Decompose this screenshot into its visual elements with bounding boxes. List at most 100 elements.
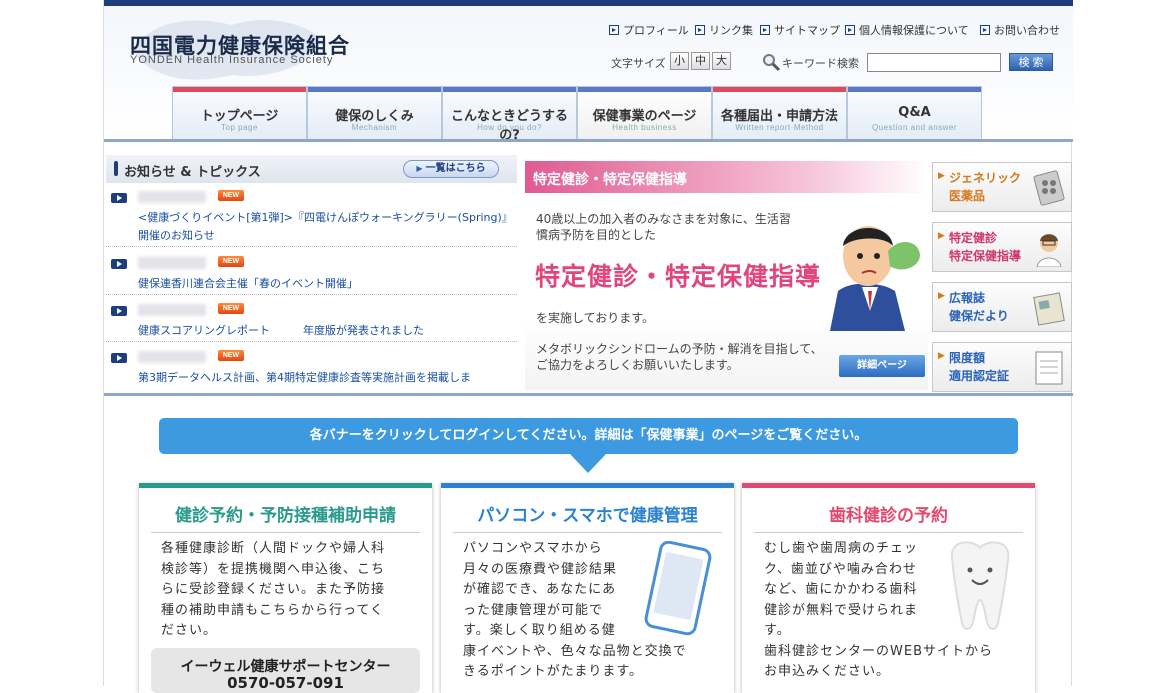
- feature-headline: 特定健診・特定保健指導: [535, 262, 822, 291]
- banner-generic-drugs[interactable]: ▶ ジェネリック 医薬品: [932, 162, 1072, 212]
- nav-sublabel: Health business: [612, 123, 677, 132]
- banner-limit-certificate[interactable]: ▶ 限度額適用認定証: [932, 342, 1072, 392]
- tooth-icon: [950, 541, 1010, 630]
- chevron-right-icon: ▶: [938, 351, 945, 361]
- banner-line-2: 健保だより: [949, 309, 1009, 323]
- login-notice: 各バナーをクリックしてログインしてください。詳細は「保健事業」のページをご覧くだ…: [159, 418, 1018, 454]
- card-dental-checkup[interactable]: 歯科健診の予約 むし歯や歯周病のチェッ ク、歯並びや噛み合わせ など、歯にかかわ…: [742, 483, 1035, 693]
- detail-page-button[interactable]: 詳細ページ: [839, 355, 925, 377]
- util-link-contact[interactable]: お問い合わせ: [980, 22, 1060, 38]
- card-health-management[interactable]: パソコン・スマホで健康管理 パソコンやスマホから 月々の医療費や健診結果 が確認…: [441, 483, 734, 693]
- util-link-links[interactable]: リンク集: [695, 22, 753, 38]
- news-link[interactable]: <健康づくりイベント[第1弾]>『四電けんぽウォーキングラリー(Spring)』…: [138, 209, 508, 245]
- nav-label: 保健事業のページ: [592, 109, 697, 124]
- search-button[interactable]: 検 索: [1009, 53, 1053, 71]
- new-badge: NEW: [218, 303, 244, 314]
- nav-sublabel: Top page: [221, 123, 258, 132]
- font-size-medium-button[interactable]: 中: [691, 52, 710, 70]
- chevron-right-icon: ▶: [938, 231, 945, 241]
- banner-line-2: 特定保健指導: [949, 249, 1022, 263]
- news-link[interactable]: 健康スコアリングレポート 年度版が発表されました: [138, 322, 508, 340]
- nav-sublabel: Mechanism: [351, 123, 398, 132]
- nav-accent-bar: [443, 87, 576, 92]
- util-link-profile[interactable]: プロフィール: [609, 22, 689, 38]
- util-link-label: プロフィール: [623, 25, 689, 37]
- nav-top-page[interactable]: トップページ Top page: [172, 86, 307, 141]
- nav-report-method[interactable]: 各種届出・申請方法 Written report·Method: [712, 86, 847, 141]
- nav-label: 各種届出・申請方法: [720, 109, 838, 124]
- news-title: お知らせ & トピックス: [124, 165, 261, 180]
- banner-label: 広報誌 健保だより: [949, 289, 1009, 325]
- card-title: パソコン・スマホで健康管理: [477, 506, 698, 526]
- banner-label: ジェネリック 医薬品: [949, 169, 1021, 205]
- banner-line-1: 限度額: [949, 351, 986, 365]
- nav-how-to[interactable]: こんなときどうするの? How do you do?: [442, 86, 577, 143]
- nav-accent-bar: [578, 87, 711, 92]
- main-nav: トップページ Top page 健保のしくみ Mechanism こんなときどうする…: [172, 86, 982, 143]
- feature-banner[interactable]: 特定健診・特定保健指導 40歳以上の加入者のみなさまを対象に、生活習慣病予防を目…: [525, 161, 928, 390]
- util-link-label: リンク集: [709, 25, 753, 37]
- card-body-line: ださい。: [161, 623, 218, 638]
- util-link-privacy[interactable]: 個人情報保護について: [845, 22, 969, 38]
- banner-line-2: 医薬品: [949, 189, 986, 203]
- nav-label: 健保のしくみ: [335, 109, 414, 124]
- card-title: 健診予約・予防接種補助申請: [175, 506, 396, 526]
- chevron-right-icon: ▶: [938, 291, 945, 301]
- doctor-icon: [1036, 234, 1062, 267]
- link-arrow-icon: [695, 25, 705, 35]
- card-divider: [453, 532, 722, 533]
- banner-specific-checkup[interactable]: ▶ 特定健診特定保健指導: [932, 222, 1072, 272]
- new-badge: NEW: [218, 256, 244, 267]
- keyword-search-label: キーワード検索: [782, 58, 859, 70]
- link-arrow-icon: [845, 25, 855, 35]
- nav-accent-bar: [713, 87, 846, 92]
- list-item: NEW 健保連香川連合会主催「春のイベント開催」: [106, 255, 517, 295]
- news-date-blurred: [138, 257, 206, 269]
- nav-label: Q&A: [898, 105, 931, 120]
- util-link-sitemap[interactable]: サイトマップ: [760, 22, 840, 38]
- link-arrow-icon: [609, 25, 619, 35]
- certificate-icon: [1035, 351, 1063, 385]
- nav-health-business[interactable]: 保健事業のページ Health business: [577, 86, 712, 141]
- news-list-button[interactable]: 一覧はこちら: [403, 160, 499, 178]
- card-body: 各種健康診断（人間ドックや婦人科 検診等）を提携機関へ申込後、こち らに受診登録…: [161, 539, 385, 642]
- card-checkup-reservation[interactable]: 健診予約・予防接種補助申請 各種健康診断（人間ドックや婦人科 検診等）を提携機関…: [139, 483, 432, 693]
- support-center-name: イーウェル健康サポートセンター: [180, 659, 391, 675]
- arrow-icon: [111, 259, 127, 269]
- list-item: NEW 健康スコアリングレポート 年度版が発表されました: [106, 302, 517, 342]
- page: 四国電力健康保険組合 YONDEN Health Insurance Socie…: [103, 0, 1073, 693]
- banner-label: 特定健診特定保健指導: [949, 229, 1021, 265]
- pill-pack-icon: [1033, 170, 1065, 206]
- header: 四国電力健康保険組合 YONDEN Health Insurance Socie…: [104, 6, 1073, 143]
- card-body-line: 各種健康診断（人間ドックや婦人科: [161, 541, 386, 556]
- search-input[interactable]: [867, 53, 1001, 72]
- card-title: 歯科健診の予約: [829, 506, 948, 526]
- news-date-blurred: [138, 351, 206, 363]
- banner-line-1: 特定健診: [949, 231, 998, 245]
- news-link[interactable]: 第3期データヘルス計画、第4期特定健康診査等実施計画を掲載しま: [138, 369, 508, 387]
- chevron-right-icon: ▶: [938, 171, 945, 181]
- util-link-label: サイトマップ: [774, 25, 840, 37]
- card-body-line: 康イベントや、色々な品物と交換で: [463, 643, 687, 659]
- banner-line-2: 適用認定証: [949, 369, 1010, 383]
- card-body-line: きるポイントがたまります。: [463, 664, 644, 679]
- nav-qa[interactable]: Q&A Question and answer: [847, 86, 982, 141]
- link-arrow-icon: [980, 25, 990, 35]
- magazine-icon: [1033, 292, 1065, 326]
- util-link-label: お問い合わせ: [994, 25, 1060, 37]
- notice-pointer: [570, 454, 606, 473]
- feature-header-label: 特定健診・特定保健指導: [533, 172, 687, 188]
- new-badge: NEW: [218, 190, 244, 201]
- card-accent: [441, 483, 734, 488]
- list-item: NEW 第3期データヘルス計画、第4期特定健康診査等実施計画を掲載しま: [106, 349, 517, 389]
- card-body-line: 検診等）を提携機関へ申込後、こち: [161, 561, 386, 577]
- banner-newsletter[interactable]: ▶ 広報誌 健保だより: [932, 282, 1072, 332]
- nav-mechanism[interactable]: 健保のしくみ Mechanism: [307, 86, 442, 141]
- news-link[interactable]: 健保連香川連合会主催「春のイベント開催」: [138, 275, 508, 293]
- font-size-large-button[interactable]: 大: [712, 52, 731, 70]
- news-header: お知らせ & トピックス 一覧はこちら: [106, 155, 517, 183]
- support-center-box: イーウェル健康サポートセンター 0570-057-091: [151, 648, 420, 693]
- font-size-small-button[interactable]: 小: [670, 52, 689, 70]
- arrow-icon: [111, 193, 127, 203]
- list-item: NEW <健康づくりイベント[第1弾]>『四電けんぽウォーキングラリー(Spri…: [106, 189, 517, 247]
